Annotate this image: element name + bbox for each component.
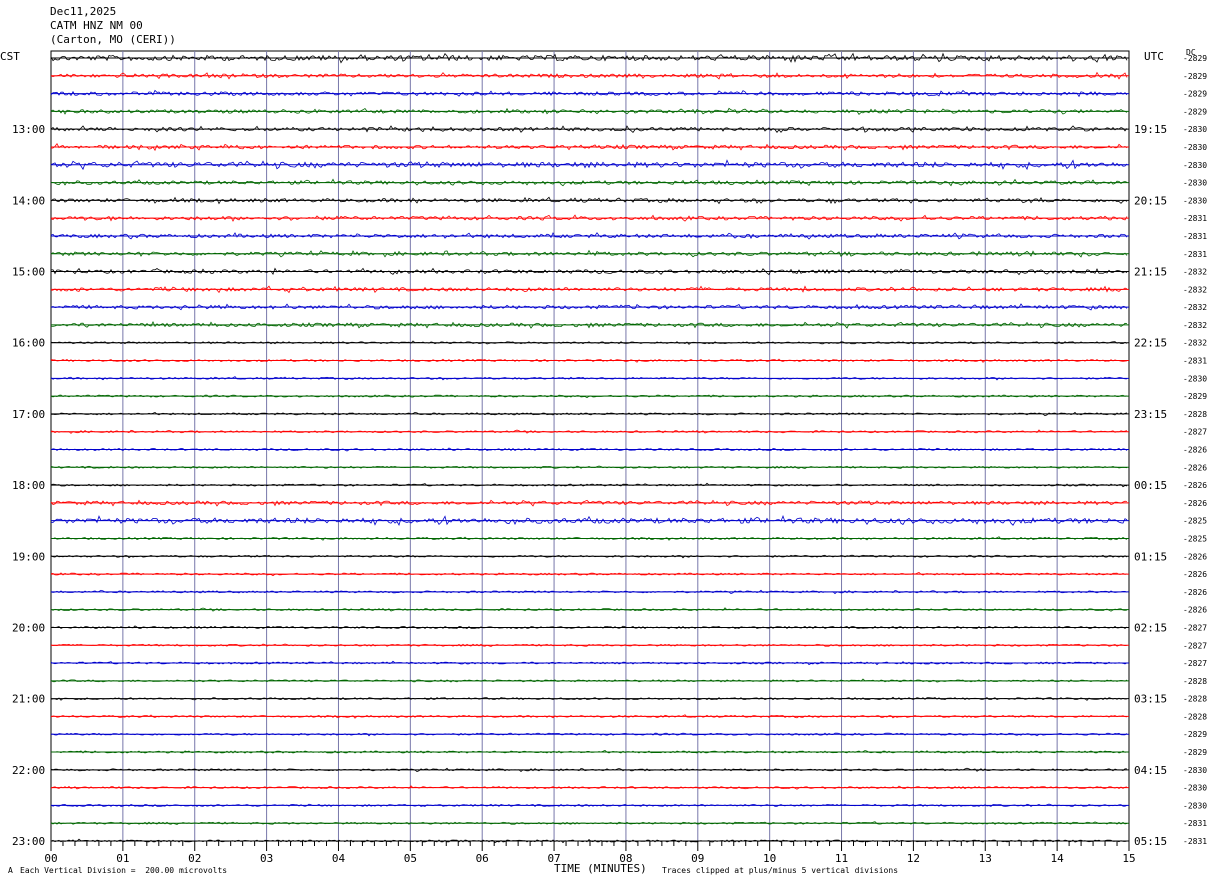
dc-offset-label: -2826 — [1183, 446, 1207, 455]
dc-offset-label: -2830 — [1183, 374, 1207, 383]
dc-offset-label: -2827 — [1183, 641, 1207, 650]
dc-offset-label: -2829 — [1183, 748, 1207, 757]
dc-offset-label: -2831 — [1183, 214, 1207, 223]
dc-offset-label: -2829 — [1183, 90, 1207, 99]
dc-offset-label: -2827 — [1183, 623, 1207, 632]
dc-offset-label: -2832 — [1183, 268, 1207, 277]
plot-frame — [50, 50, 1130, 842]
dc-offset-label: -2826 — [1183, 499, 1207, 508]
dc-offset-label: -2830 — [1183, 801, 1207, 810]
right-hour-label: 03:15 — [1134, 693, 1167, 706]
dc-offset-label: -2829 — [1183, 730, 1207, 739]
seismic-trace — [50, 107, 1128, 116]
left-hour-label: 20:00 — [12, 621, 45, 634]
right-hour-label: 02:15 — [1134, 621, 1167, 634]
right-hour-label: 04:15 — [1134, 764, 1167, 777]
x-tick-label: 12 — [907, 852, 920, 865]
dc-offset-label: -2828 — [1183, 410, 1207, 419]
dc-offset-label: -2826 — [1183, 481, 1207, 490]
dc-offset-label: -2825 — [1183, 517, 1207, 526]
footer-scale-note: Each Vertical Division = 200.00 microvol… — [20, 866, 228, 875]
left-hour-label: 17:00 — [12, 408, 45, 421]
dc-offset-label: -2830 — [1183, 179, 1207, 188]
x-tick-label: 14 — [1051, 852, 1065, 865]
helicorder-plot: -2829 -2829 -2829 -2829 -2830 -2830 -2830 -2830… — [12, 50, 1207, 865]
right-hour-label: 22:15 — [1134, 337, 1167, 350]
x-tick-label: 05 — [404, 852, 417, 865]
left-hour-label: 23:00 — [12, 835, 45, 848]
dc-offset-label: -2832 — [1183, 339, 1207, 348]
x-tick-label: 04 — [332, 852, 346, 865]
dc-offset-label: -2827 — [1183, 659, 1207, 668]
left-hour-label: 16:00 — [12, 337, 45, 350]
x-tick-label: 02 — [188, 852, 201, 865]
right-hour-label: 00:15 — [1134, 479, 1167, 492]
right-hour-label: 23:15 — [1134, 408, 1167, 421]
dc-offset-label: -2830 — [1183, 125, 1207, 134]
dc-offset-label: -2830 — [1183, 784, 1207, 793]
right-hour-label: 20:15 — [1134, 194, 1167, 207]
dc-offset-label: -2831 — [1183, 837, 1207, 846]
dc-offset-label: -2826 — [1183, 552, 1207, 561]
left-hour-label: 14:00 — [12, 194, 45, 207]
right-hour-label: 21:15 — [1134, 266, 1167, 279]
x-tick-label: 00 — [44, 852, 57, 865]
dc-offset-label: -2826 — [1183, 588, 1207, 597]
dc-offset-label: -2829 — [1183, 72, 1207, 81]
left-hour-label: 21:00 — [12, 693, 45, 706]
left-hour-label: 15:00 — [12, 266, 45, 279]
dc-offset-label: -2830 — [1183, 143, 1207, 152]
dc-offset-label: -2829 — [1183, 54, 1207, 63]
right-hour-label: 01:15 — [1134, 550, 1167, 563]
dc-offset-label: -2826 — [1183, 463, 1207, 472]
seismic-trace — [51, 429, 1128, 434]
dc-offset-label: -2830 — [1183, 161, 1207, 170]
x-tick-label: 10 — [763, 852, 776, 865]
x-tick-label: 13 — [979, 852, 992, 865]
footer-clip-note: Traces clipped at plus/minus 5 vertical … — [662, 866, 899, 875]
dc-offset-label: -2826 — [1183, 570, 1207, 579]
left-hour-label: 22:00 — [12, 764, 45, 777]
dc-offset-label: -2831 — [1183, 357, 1207, 366]
dc-offset-label: -2829 — [1183, 392, 1207, 401]
seismic-trace — [50, 411, 1128, 417]
dc-offset-label: -2826 — [1183, 606, 1207, 615]
dc-offset-label: -2830 — [1183, 766, 1207, 775]
left-hour-label: 18:00 — [12, 479, 45, 492]
x-tick-label: 15 — [1122, 852, 1135, 865]
x-tick-label: 06 — [476, 852, 489, 865]
dc-offset-label: -2829 — [1183, 107, 1207, 116]
dc-offset-label: -2831 — [1183, 232, 1207, 241]
seismic-trace — [50, 482, 1128, 488]
dc-offset-label: -2832 — [1183, 321, 1207, 330]
left-hour-label: 19:00 — [12, 550, 45, 563]
seismic-trace — [50, 536, 1128, 541]
left-hour-label: 13:00 — [12, 123, 45, 136]
dc-offset-label: -2828 — [1183, 695, 1207, 704]
x-tick-label: 11 — [835, 852, 848, 865]
dc-offset-label: -2828 — [1183, 712, 1207, 721]
seismic-trace — [50, 714, 1128, 719]
dc-offset-label: -2828 — [1183, 677, 1207, 686]
dc-offset-label: -2827 — [1183, 428, 1207, 437]
dc-offset-label: -2830 — [1183, 196, 1207, 205]
x-tick-label: 01 — [116, 852, 129, 865]
footer-corner-mark: A — [8, 866, 13, 875]
dc-offset-label: -2831 — [1183, 819, 1207, 828]
dc-offset-label: -2825 — [1183, 534, 1207, 543]
x-tick-label: 09 — [691, 852, 704, 865]
x-axis-title: TIME (MINUTES) — [554, 862, 647, 875]
dc-offset-label: -2832 — [1183, 303, 1207, 312]
right-hour-label: 05:15 — [1134, 835, 1167, 848]
x-tick-label: 03 — [260, 852, 273, 865]
dc-offset-label: -2831 — [1183, 250, 1207, 259]
right-hour-label: 19:15 — [1134, 123, 1167, 136]
dc-offset-label: -2832 — [1183, 285, 1207, 294]
